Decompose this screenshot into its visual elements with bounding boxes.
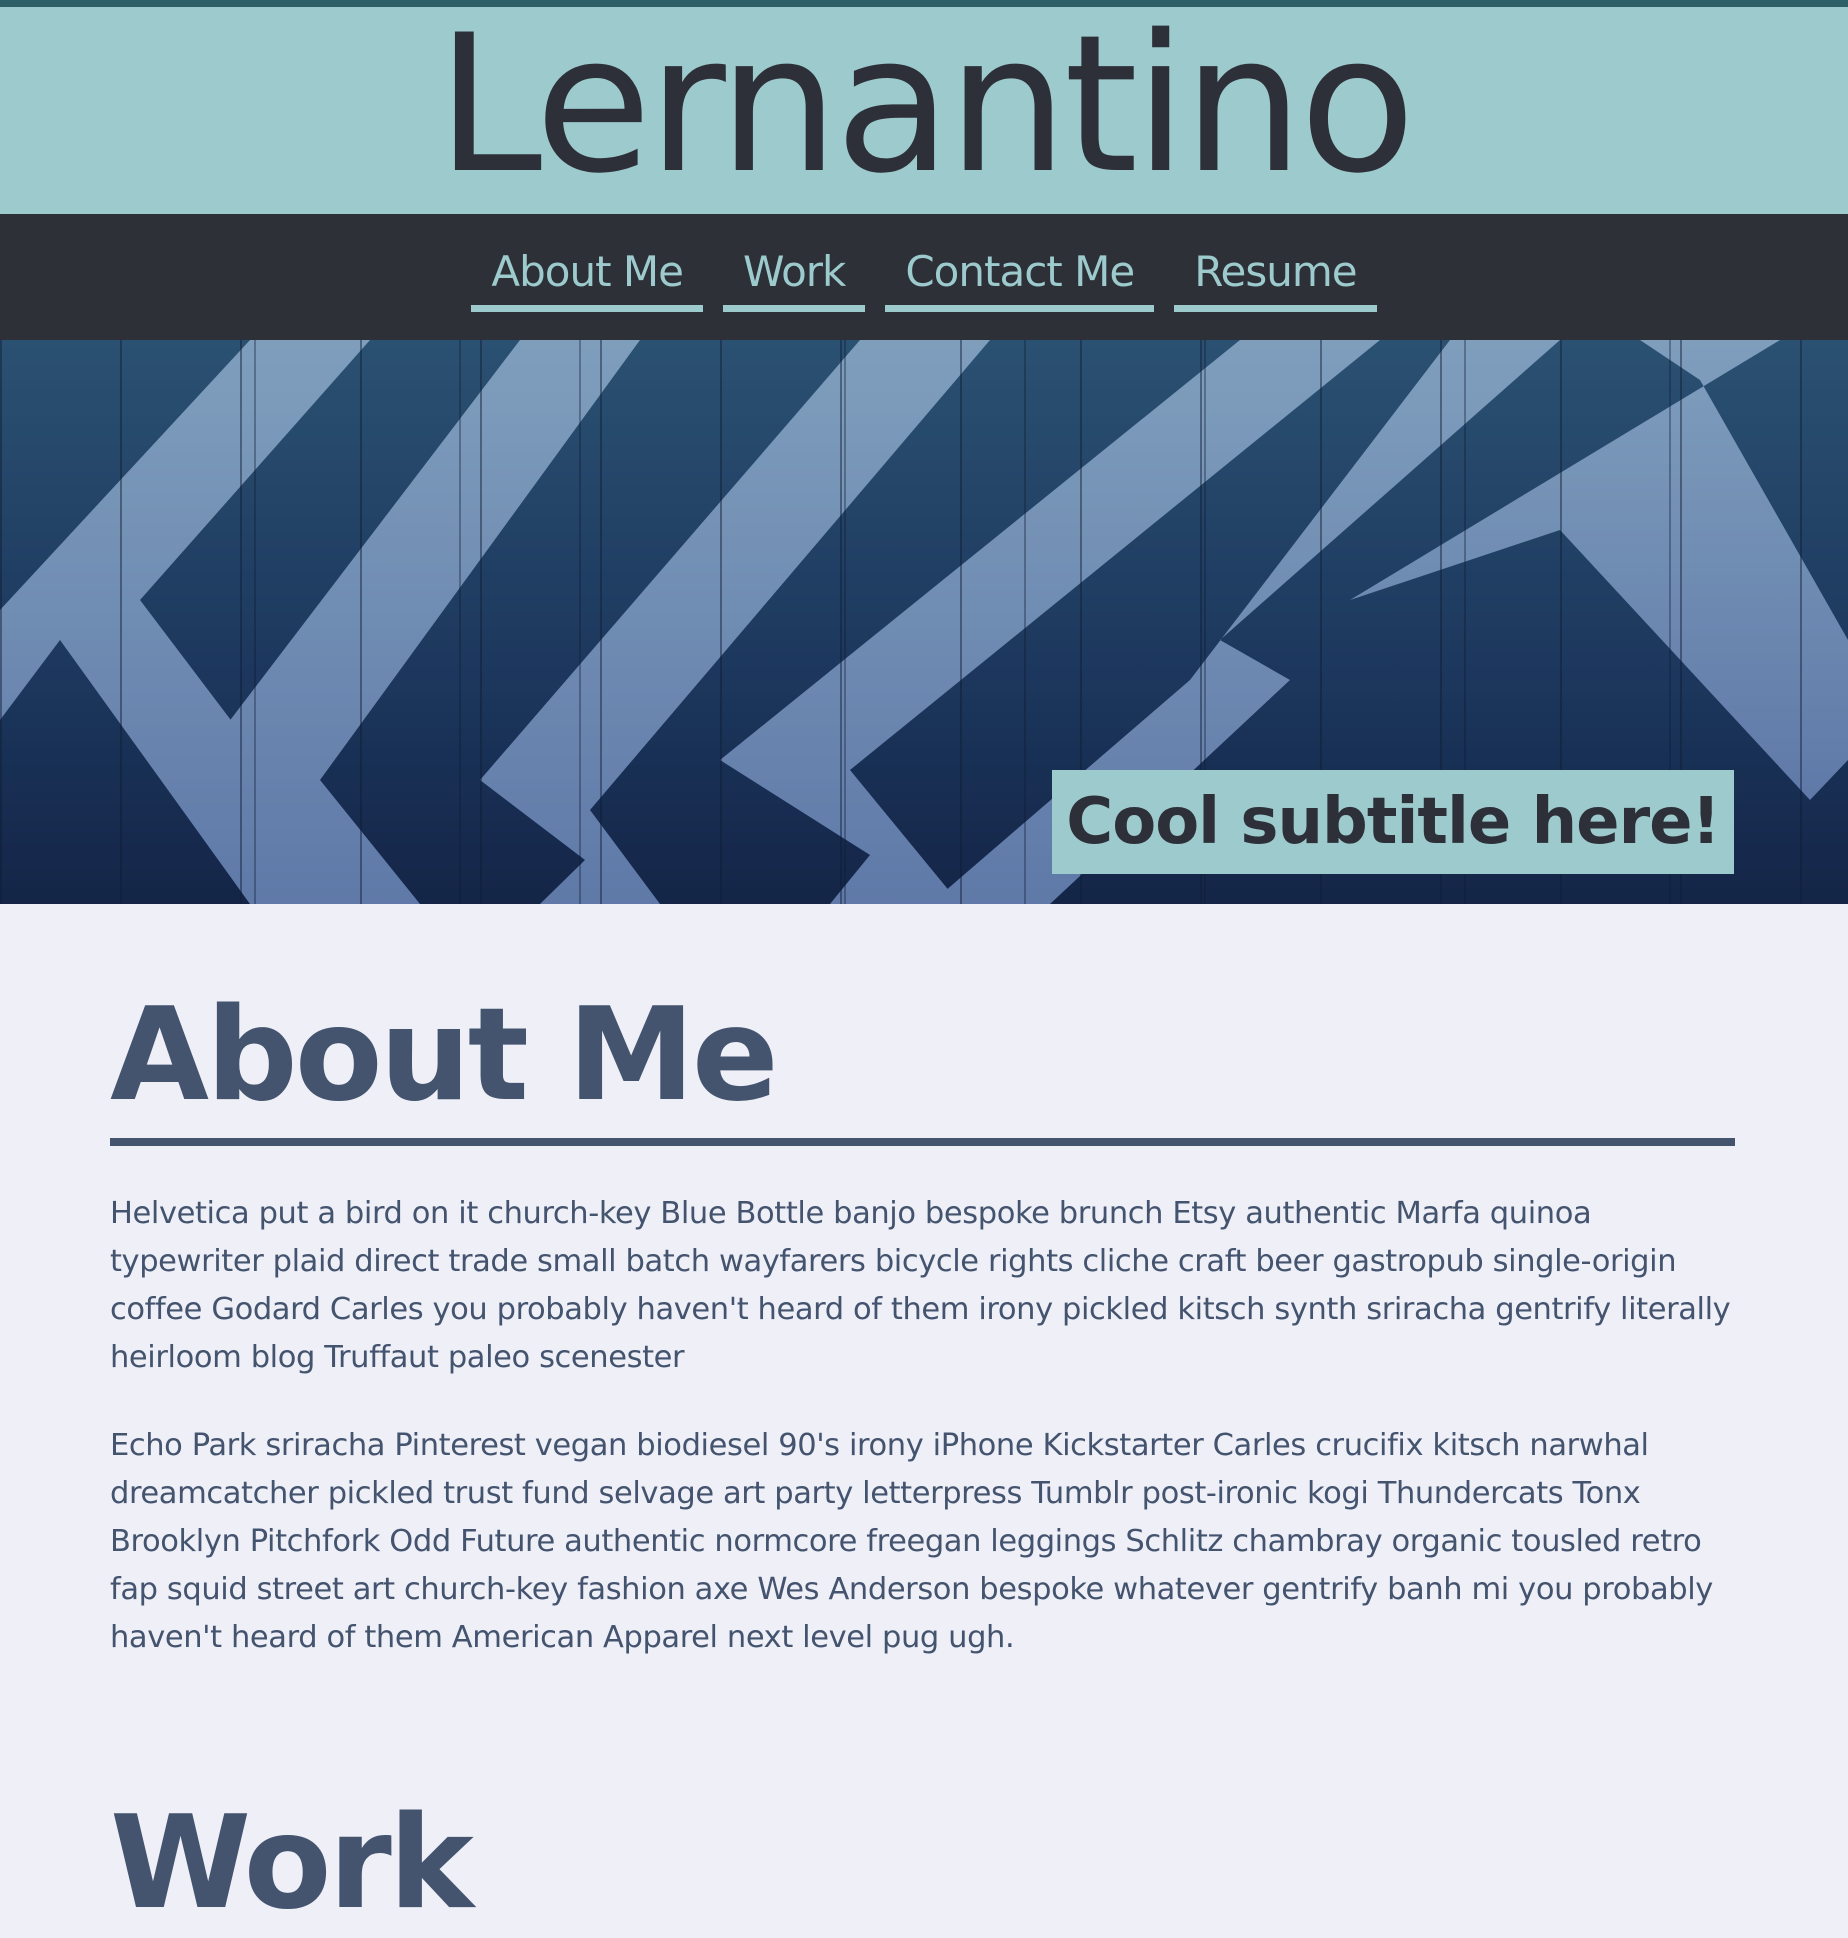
about-paragraph-2: Echo Park sriracha Pinterest vegan biodi… (110, 1428, 1713, 1655)
work-heading: Work (110, 1789, 474, 1938)
nav-list: About Me Work Contact Me Resume (0, 242, 1848, 312)
about-paragraph-1: Helvetica put a bird on it church-key Bl… (110, 1196, 1731, 1375)
main-nav: About Me Work Contact Me Resume (0, 214, 1848, 340)
nav-link-work[interactable]: Work (723, 242, 866, 312)
nav-link-contact-me[interactable]: Contact Me (885, 242, 1155, 312)
nav-item-about: About Me (471, 242, 703, 312)
about-me-divider (110, 1138, 1735, 1146)
hero-subtitle: Cool subtitle here! (1052, 770, 1734, 874)
nav-item-work: Work (723, 242, 866, 312)
site-title[interactable]: Lernantino (0, 0, 1848, 215)
nav-item-resume: Resume (1174, 242, 1377, 312)
site-header: Lernantino (0, 0, 1848, 215)
hero-banner: Cool subtitle here! (0, 340, 1848, 904)
nav-link-about-me[interactable]: About Me (471, 242, 703, 312)
about-me-heading: About Me (110, 981, 779, 1130)
nav-item-contact: Contact Me (885, 242, 1155, 312)
nav-link-resume[interactable]: Resume (1174, 242, 1377, 312)
